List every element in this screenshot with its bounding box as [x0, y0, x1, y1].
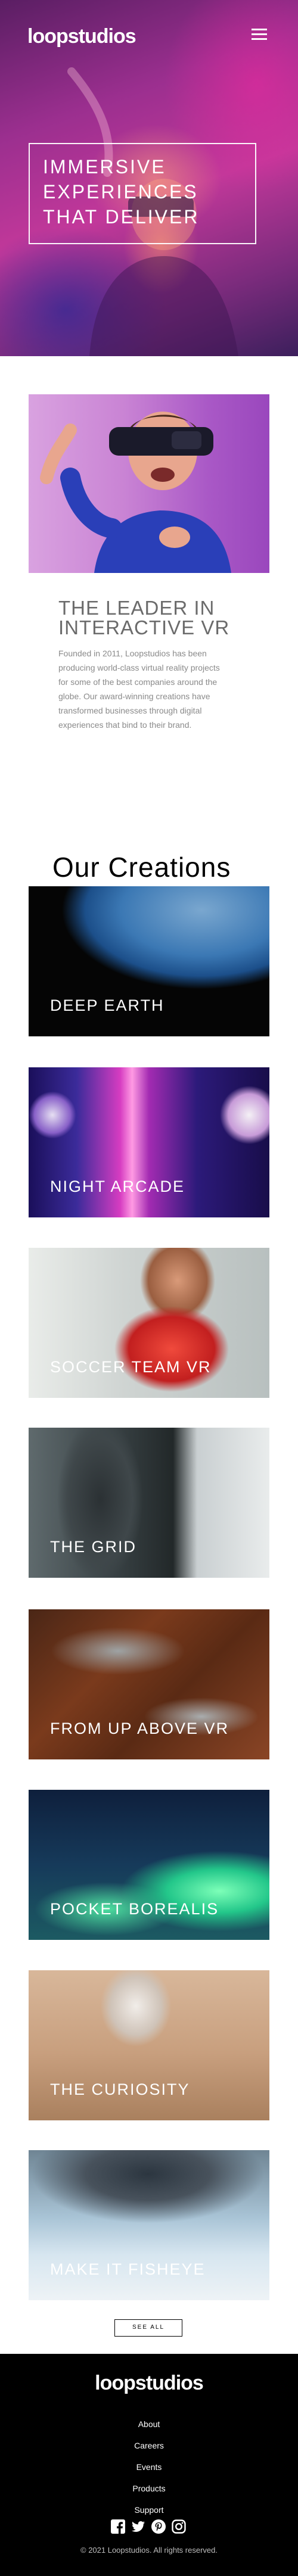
footer-logo[interactable]: loopstudios	[0, 2372, 298, 2395]
creation-card-soccer-team-vr[interactable]: SOCCER TEAM VR	[29, 1248, 269, 1398]
pinterest-icon[interactable]	[151, 2519, 166, 2534]
hamburger-menu-icon[interactable]	[252, 29, 267, 41]
footer-link-about[interactable]: About	[0, 2419, 298, 2429]
creation-card-label: SOCCER TEAM VR	[50, 1358, 212, 1376]
creation-card-the-curiosity[interactable]: THE CURIOSITY	[29, 1970, 269, 2120]
hamburger-line	[252, 33, 267, 35]
intro-title-line-2: INTERACTIVE VR	[58, 616, 230, 638]
creation-card-deep-earth[interactable]: DEEP EARTH	[29, 886, 269, 1036]
creation-card-label: THE GRID	[50, 1538, 137, 1556]
see-all-button[interactable]: SEE ALL	[114, 2319, 182, 2337]
creation-card-make-it-fisheye[interactable]: MAKE IT FISHEYE	[29, 2150, 269, 2300]
footer-link-events[interactable]: Events	[0, 2462, 298, 2472]
footer-link-products[interactable]: Products	[0, 2484, 298, 2493]
hero-headline-box: IMMERSIVE EXPERIENCES THAT DELIVER	[29, 143, 256, 244]
hamburger-line	[252, 38, 267, 40]
creation-card-label: THE CURIOSITY	[50, 2080, 190, 2098]
vr-headset-person-illustration	[40, 412, 231, 573]
creation-card-pocket-borealis[interactable]: POCKET BOREALIS	[29, 1790, 269, 1940]
hero-headline-line-2: EXPERIENCES	[43, 181, 198, 203]
creation-card-label: NIGHT ARCADE	[50, 1178, 185, 1195]
creation-card-label: POCKET BOREALIS	[50, 1900, 219, 1918]
copyright-text: © 2021 Loopstudios. All rights reserved.	[80, 2546, 218, 2555]
hamburger-line	[252, 29, 267, 30]
hero-headline-line-3: THAT DELIVER	[43, 206, 200, 228]
creations-title: Our Creations	[52, 852, 231, 883]
intro-paragraph: Founded in 2011, Loopstudios has been pr…	[58, 649, 220, 730]
hero-headline-line-1: IMMERSIVE	[43, 156, 166, 177]
twitter-icon[interactable]	[131, 2519, 145, 2534]
creation-card-the-grid[interactable]: THE GRID	[29, 1428, 269, 1578]
creation-card-from-up-above-vr[interactable]: FROM UP ABOVE VR	[29, 1609, 269, 1759]
intro-vr-image	[29, 394, 269, 573]
site-logo[interactable]: loopstudios	[27, 25, 136, 48]
hero-section: loopstudios IMMERSIVE EXPERIENCES THAT D…	[0, 0, 298, 356]
intro-title: THE LEADER IN INTERACTIVE VR	[58, 598, 261, 637]
instagram-icon[interactable]	[172, 2519, 186, 2534]
creation-card-label: DEEP EARTH	[50, 996, 164, 1014]
creation-card-label: FROM UP ABOVE VR	[50, 1720, 229, 1737]
site-footer: loopstudios About Careers Events Product…	[0, 2354, 298, 2576]
social-links	[111, 2519, 187, 2535]
footer-link-support[interactable]: Support	[0, 2505, 298, 2515]
creation-card-night-arcade[interactable]: NIGHT ARCADE	[29, 1067, 269, 1217]
footer-link-careers[interactable]: Careers	[0, 2441, 298, 2450]
intro-title-line-1: THE LEADER IN	[58, 597, 215, 619]
facebook-icon[interactable]	[111, 2519, 125, 2534]
creation-card-label: MAKE IT FISHEYE	[50, 2260, 206, 2278]
